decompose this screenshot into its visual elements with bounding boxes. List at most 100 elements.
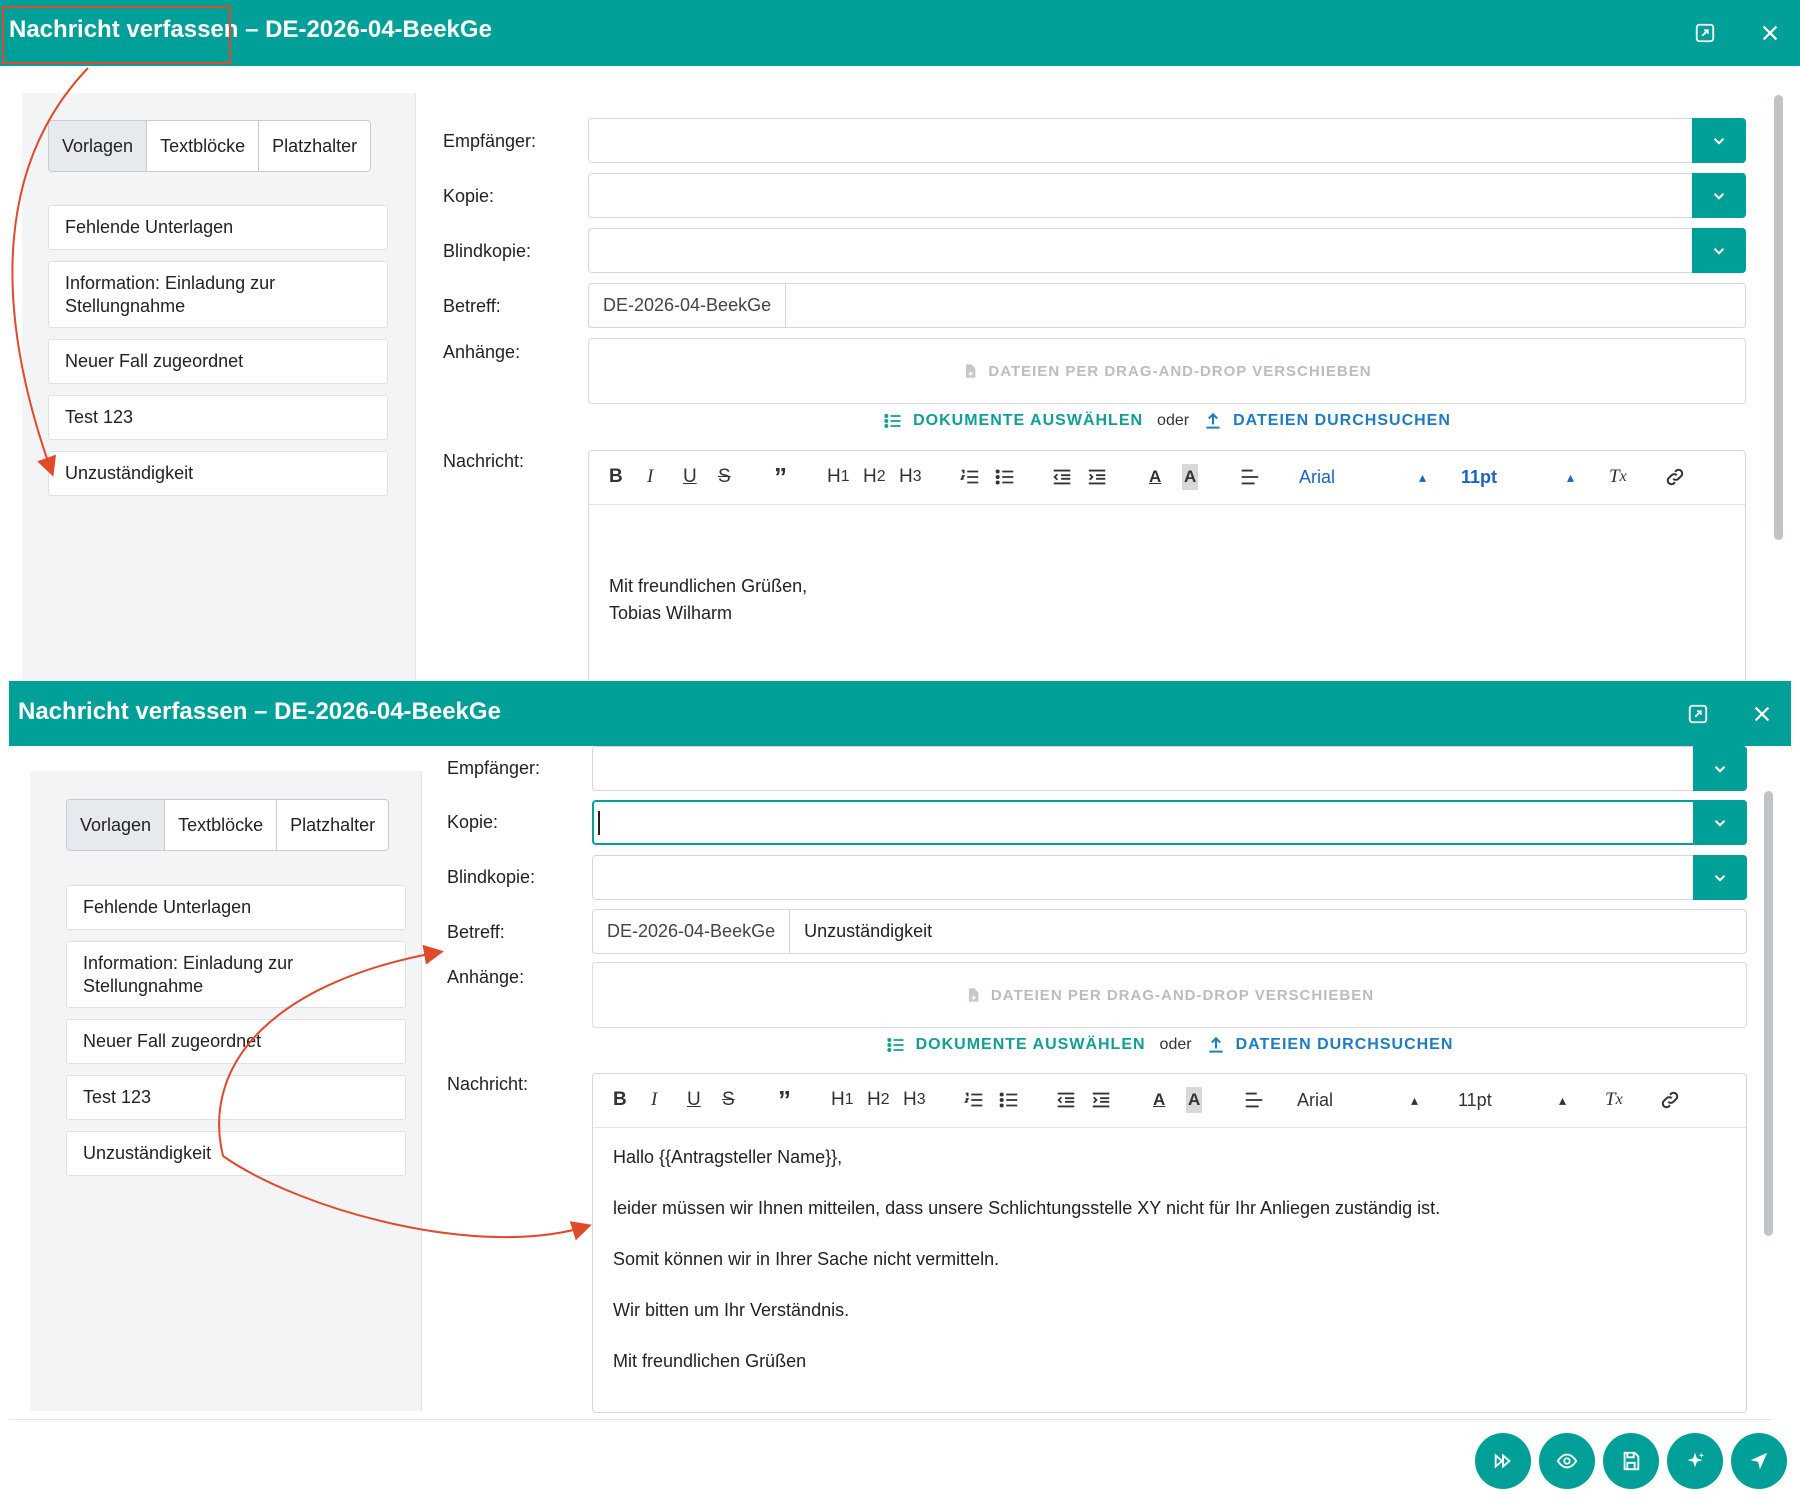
- template-item[interactable]: Unzuständigkeit: [48, 451, 388, 496]
- align-icon[interactable]: [1239, 464, 1261, 490]
- blockquote-icon[interactable]: ”: [778, 1085, 791, 1115]
- eye-icon[interactable]: [1539, 1433, 1595, 1489]
- recipient-input[interactable]: [592, 746, 1747, 791]
- chevron-down-icon[interactable]: [1693, 855, 1747, 900]
- chevron-down-icon[interactable]: [1692, 173, 1746, 218]
- updown-icon[interactable]: ▴: [1419, 464, 1426, 490]
- template-item[interactable]: Fehlende Unterlagen: [66, 885, 406, 930]
- template-item[interactable]: Fehlende Unterlagen: [48, 205, 388, 250]
- font-color-icon[interactable]: A: [1153, 1087, 1165, 1113]
- updown-icon[interactable]: ▴: [1411, 1087, 1418, 1113]
- align-icon[interactable]: [1243, 1087, 1265, 1113]
- heading2-icon[interactable]: H2: [863, 464, 886, 490]
- select-documents-link[interactable]: DOKUMENTE AUSWÄHLEN: [883, 411, 1143, 431]
- tab-vorlagen[interactable]: Vorlagen: [67, 800, 166, 850]
- blockquote-icon[interactable]: ”: [774, 462, 787, 492]
- strikethrough-icon[interactable]: S: [722, 1087, 735, 1113]
- cc-input[interactable]: [592, 800, 1747, 845]
- attachments-label: Anhänge:: [447, 967, 525, 987]
- browse-files-label: DATEIEN DURCHSUCHEN: [1233, 412, 1451, 429]
- subject-input[interactable]: DE-2026-04-BeekGe Unzuständigkeit: [592, 909, 1747, 954]
- outdent-icon[interactable]: [1051, 464, 1073, 490]
- sparkle-icon[interactable]: [1667, 1433, 1723, 1489]
- cc-input[interactable]: [588, 173, 1746, 218]
- tab-textbloecke[interactable]: Textblöcke: [147, 121, 260, 171]
- heading2-icon[interactable]: H2: [867, 1087, 890, 1113]
- indent-icon[interactable]: [1086, 464, 1108, 490]
- link-icon[interactable]: [1664, 464, 1686, 490]
- heading1-icon[interactable]: H1: [831, 1087, 854, 1113]
- font-family-select[interactable]: Arial: [1297, 1087, 1333, 1113]
- browse-files-link[interactable]: DATEIEN DURCHSUCHEN: [1203, 411, 1451, 431]
- updown-icon[interactable]: ▴: [1567, 464, 1574, 490]
- close-icon[interactable]: [1755, 18, 1785, 48]
- close-icon[interactable]: [1747, 699, 1777, 729]
- bullet-list-icon[interactable]: [994, 464, 1016, 490]
- template-item[interactable]: Neuer Fall zugeordnet: [48, 339, 388, 384]
- indent-icon[interactable]: [1090, 1087, 1112, 1113]
- editor-content[interactable]: Mit freundlichen Grüßen, Tobias Wilharm: [609, 573, 1725, 627]
- chevron-down-icon[interactable]: [1692, 118, 1746, 163]
- chevron-down-icon[interactable]: [1693, 800, 1747, 845]
- expand-icon[interactable]: [1683, 699, 1713, 729]
- font-size-select[interactable]: 11pt: [1458, 1087, 1492, 1113]
- template-item[interactable]: Information: Einladung zur Stellungnahme: [66, 941, 406, 1008]
- strikethrough-icon[interactable]: S: [718, 464, 731, 490]
- font-size-select[interactable]: 11pt: [1461, 464, 1497, 490]
- attachment-dropzone[interactable]: DATEIEN PER DRAG-AND-DROP VERSCHIEBEN: [588, 338, 1746, 404]
- scrollbar[interactable]: [1764, 791, 1773, 1236]
- ordered-list-icon[interactable]: [959, 464, 981, 490]
- heading3-icon[interactable]: H3: [899, 464, 922, 490]
- bullet-list-icon[interactable]: [998, 1087, 1020, 1113]
- cc-label: Kopie:: [447, 812, 499, 832]
- underline-icon[interactable]: U: [683, 464, 697, 490]
- highlight-color-icon[interactable]: A: [1182, 464, 1199, 490]
- tab-textbloecke[interactable]: Textblöcke: [165, 800, 278, 850]
- template-item[interactable]: Test 123: [48, 395, 388, 440]
- expand-icon[interactable]: [1690, 18, 1720, 48]
- message-editor[interactable]: B I U S ” H1 H2 H3 A A Arial ▴ 11pt ▴ Tx: [588, 450, 1746, 680]
- template-item[interactable]: Unzuständigkeit: [66, 1131, 406, 1176]
- clear-format-icon[interactable]: Tx: [1605, 1087, 1623, 1113]
- outdent-icon[interactable]: [1055, 1087, 1077, 1113]
- tab-platzhalter[interactable]: Platzhalter: [277, 800, 389, 850]
- send-icon[interactable]: [1731, 1433, 1787, 1489]
- heading1-icon[interactable]: H1: [827, 464, 850, 490]
- editor-content[interactable]: Hallo {{Antragsteller Name}}, leider müs…: [613, 1146, 1726, 1373]
- subject-value[interactable]: [786, 284, 814, 327]
- select-documents-link[interactable]: DOKUMENTE AUSWÄHLEN: [886, 1035, 1146, 1055]
- heading3-icon[interactable]: H3: [903, 1087, 926, 1113]
- font-family-select[interactable]: Arial: [1299, 464, 1335, 490]
- recipient-input[interactable]: [588, 118, 1746, 163]
- link-icon[interactable]: [1659, 1087, 1681, 1113]
- ordered-list-icon[interactable]: [963, 1087, 985, 1113]
- chevron-down-icon[interactable]: [1693, 746, 1747, 791]
- subject-input[interactable]: DE-2026-04-BeekGe: [588, 283, 1746, 328]
- message-editor[interactable]: B I U S ” H1 H2 H3 A A Arial ▴ 11pt ▴ Tx: [592, 1073, 1747, 1413]
- bcc-input[interactable]: [588, 228, 1746, 273]
- bcc-label: Blindkopie:: [447, 867, 536, 887]
- font-color-icon[interactable]: A: [1149, 464, 1161, 490]
- template-item[interactable]: Neuer Fall zugeordnet: [66, 1019, 406, 1064]
- subject-value[interactable]: Unzuständigkeit: [790, 910, 946, 953]
- underline-icon[interactable]: U: [687, 1087, 701, 1113]
- bcc-input[interactable]: [592, 855, 1747, 900]
- italic-icon[interactable]: I: [651, 1087, 657, 1113]
- bold-icon[interactable]: B: [613, 1087, 627, 1113]
- template-item[interactable]: Test 123: [66, 1075, 406, 1120]
- save-icon[interactable]: [1603, 1433, 1659, 1489]
- scrollbar[interactable]: [1774, 95, 1783, 540]
- tab-vorlagen[interactable]: Vorlagen: [49, 121, 148, 171]
- italic-icon[interactable]: I: [647, 464, 653, 490]
- attachment-actions: DOKUMENTE AUSWÄHLEN oder DATEIEN DURCHSU…: [588, 406, 1746, 436]
- attachment-dropzone[interactable]: DATEIEN PER DRAG-AND-DROP VERSCHIEBEN: [592, 962, 1747, 1028]
- clear-format-icon[interactable]: Tx: [1609, 464, 1627, 490]
- updown-icon[interactable]: ▴: [1559, 1087, 1566, 1113]
- tab-platzhalter[interactable]: Platzhalter: [259, 121, 371, 171]
- bold-icon[interactable]: B: [609, 464, 623, 490]
- highlight-color-icon[interactable]: A: [1186, 1087, 1203, 1113]
- template-item[interactable]: Information: Einladung zur Stellungnahme: [48, 261, 388, 328]
- chevron-down-icon[interactable]: [1692, 228, 1746, 273]
- skip-forward-icon[interactable]: [1475, 1433, 1531, 1489]
- browse-files-link[interactable]: DATEIEN DURCHSUCHEN: [1206, 1035, 1454, 1055]
